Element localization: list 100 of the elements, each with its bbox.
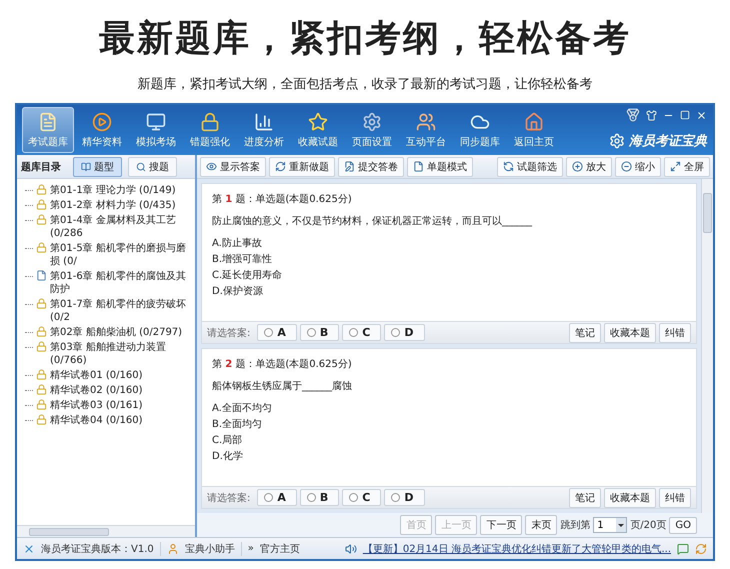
choice-button[interactable]: C xyxy=(342,324,382,341)
choice-button[interactable]: B xyxy=(300,324,340,341)
subheadline: 新题库，紧扣考试大纲，全面包括考点，收录了最新的考试习题，让你轻松备考 xyxy=(138,76,592,93)
question-text: 防止腐蚀的意义，不仅是节约材料，保证机器正常运转，而且可以______ xyxy=(212,214,533,228)
go-button[interactable]: GO xyxy=(669,516,697,534)
lock-icon xyxy=(36,399,47,410)
tree-item[interactable]: 第01-1章 理论力学 (0/149) xyxy=(50,184,176,197)
lock-icon xyxy=(200,112,220,132)
document-icon xyxy=(36,270,47,281)
tree-item[interactable]: 精华试卷02 (0/160) xyxy=(50,384,143,397)
choice-button[interactable]: C xyxy=(342,489,382,506)
refresh-icon xyxy=(275,161,286,172)
dropdown-icon[interactable] xyxy=(616,518,626,532)
search-icon xyxy=(136,162,146,172)
home-icon xyxy=(524,112,544,132)
toolbar-button[interactable]: 全屏 xyxy=(664,156,710,176)
news-link[interactable]: 【更新】02月14日 海员考证宝典优化纠错更新了大管轮甲类的电气... xyxy=(362,542,671,556)
action-button[interactable]: 笔记 xyxy=(569,322,601,342)
nav-item[interactable]: 页面设置 xyxy=(346,107,398,153)
lock-icon xyxy=(36,214,47,225)
answer-option: D.化学 xyxy=(212,449,686,463)
tree-item[interactable]: 精华试卷04 (0/160) xyxy=(50,414,143,427)
choice-button[interactable]: A xyxy=(257,489,297,506)
toolbar-button[interactable]: 放大 xyxy=(566,156,612,176)
vertical-scrollbar[interactable] xyxy=(701,179,713,513)
arrows-text: » xyxy=(248,543,254,554)
lock-icon xyxy=(36,341,47,352)
nav-item[interactable]: 精华资料 xyxy=(76,107,128,153)
document-icon xyxy=(38,112,58,132)
page-total: 页/20页 xyxy=(630,519,666,532)
answer-label: 请选答案: xyxy=(207,492,250,504)
jump-label: 跳到第 xyxy=(560,518,590,532)
sidebar-title: 题库目录 xyxy=(21,160,61,174)
answer-option: B.全面均匀 xyxy=(212,417,686,431)
maximize-icon[interactable] xyxy=(680,110,690,120)
toolbar-button[interactable]: 重新做题 xyxy=(269,156,335,176)
tree-item[interactable]: 第01-5章 船机零件的磨损与磨损 (0/ xyxy=(50,242,193,268)
choice-button[interactable]: B xyxy=(300,489,340,506)
answer-option: D.保护资源 xyxy=(212,284,686,298)
toolbar-button[interactable]: 提交答卷 xyxy=(338,156,404,176)
plus-icon xyxy=(572,161,583,172)
nav-item[interactable]: 错题强化 xyxy=(184,107,236,153)
answer-option: A.全面不均匀 xyxy=(212,401,686,415)
lock-icon xyxy=(36,414,47,425)
eye-icon xyxy=(206,161,217,172)
speaker-icon xyxy=(344,542,357,554)
action-button[interactable]: 纠错 xyxy=(659,488,691,508)
edit-icon xyxy=(344,161,355,172)
bar-chart-icon xyxy=(254,112,274,132)
tree-item[interactable]: 第01-2章 材料力学 (0/435) xyxy=(50,199,176,212)
nav-item[interactable]: 模拟考场 xyxy=(130,107,182,153)
nav-item[interactable]: 进度分析 xyxy=(238,107,290,153)
medal-icon xyxy=(626,108,640,122)
tree-item[interactable]: 第03章 船舶推进动力装置 (0/766) xyxy=(50,341,193,367)
action-button[interactable]: 收藏本题 xyxy=(604,322,656,342)
homepage-link[interactable]: 官方主页 xyxy=(260,542,300,556)
lock-icon xyxy=(36,184,47,195)
toolbar-button[interactable]: 缩小 xyxy=(615,156,661,176)
sidebar-tab[interactable]: 题型 xyxy=(73,156,122,176)
lock-icon xyxy=(36,369,47,380)
tree-item[interactable]: 精华试卷01 (0/160) xyxy=(50,369,143,382)
minus-icon xyxy=(621,161,632,172)
tree-item[interactable]: 精华试卷03 (0/161) xyxy=(50,399,143,412)
version-text: 海员考证宝典版本：V1.0 xyxy=(41,542,154,556)
page-input[interactable]: 1 xyxy=(593,517,628,533)
page-button[interactable]: 下一页 xyxy=(480,515,522,535)
tree-item[interactable]: 第01-7章 船机零件的疲劳破坏 (0/2 xyxy=(50,298,193,324)
action-button[interactable]: 收藏本题 xyxy=(604,488,656,508)
page-button[interactable]: 末页 xyxy=(525,515,558,535)
nav-item[interactable]: 互动平台 xyxy=(400,107,452,153)
choice-button[interactable]: A xyxy=(257,324,297,341)
answer-option: C.局部 xyxy=(212,433,686,447)
lock-icon xyxy=(36,384,47,395)
monitor-icon xyxy=(146,112,166,132)
answer-label: 请选答案: xyxy=(207,326,250,340)
question-title: 第 2 题：单选题(本题0.625分) xyxy=(212,358,353,371)
nav-item[interactable]: 返回主页 xyxy=(508,107,560,153)
skin-icon[interactable] xyxy=(646,110,657,120)
tree-item[interactable]: 第02章 船舶柴油机 (0/2797) xyxy=(50,326,182,339)
logo-text: 海员考证宝典 xyxy=(629,132,707,150)
helper-link[interactable]: 宝典小助手 xyxy=(184,542,235,556)
nav-item[interactable]: 同步题库 xyxy=(454,107,506,153)
toolbar-button[interactable]: 单题模式 xyxy=(407,156,473,176)
tree-item[interactable]: 第01-6章 船机零件的腐蚀及其防护 xyxy=(50,270,193,296)
choice-button[interactable]: D xyxy=(384,324,424,341)
toolbar-button[interactable]: 试题筛选 xyxy=(497,156,563,176)
horizontal-scrollbar[interactable] xyxy=(17,525,195,537)
nav-item[interactable]: 收藏试题 xyxy=(292,107,344,153)
answer-option: B.增强可靠性 xyxy=(212,252,686,266)
chat-icon[interactable] xyxy=(677,542,689,554)
tree-item[interactable]: 第01-4章 金属材料及其工艺 (0/286 xyxy=(50,214,193,240)
close-icon[interactable] xyxy=(696,110,707,120)
action-button[interactable]: 纠错 xyxy=(659,322,691,342)
action-button[interactable]: 笔记 xyxy=(569,488,601,508)
choice-button[interactable]: D xyxy=(384,489,424,506)
lock-icon xyxy=(36,242,47,253)
helper-icon xyxy=(166,542,179,554)
toolbar-button[interactable]: 显示答案 xyxy=(200,156,266,176)
question-text: 船体钢板生锈应属于______腐蚀 xyxy=(212,380,353,393)
sidebar-tab[interactable]: 搜题 xyxy=(128,156,177,176)
